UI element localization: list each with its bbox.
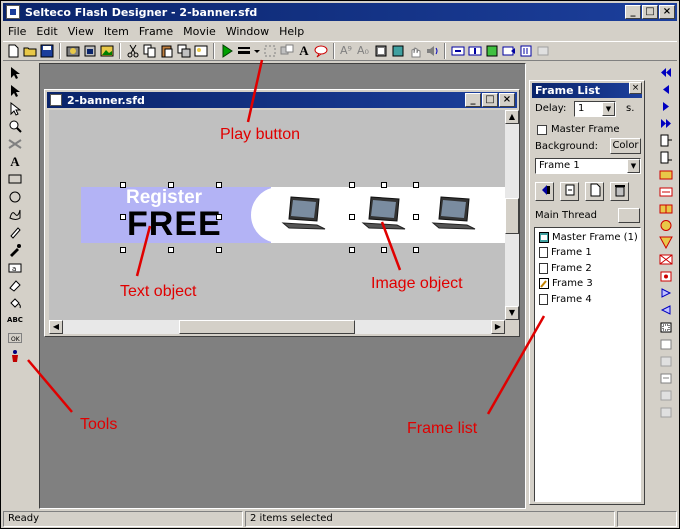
frame-list-annotation: Frame list: [407, 420, 478, 437]
play-button-annotation: Play button: [220, 126, 301, 143]
tools-annotation: Tools: [80, 416, 118, 433]
annotation-arrows: [27, 59, 546, 415]
image-object-annotation: Image object: [371, 275, 463, 292]
text-object-annotation: Text object: [120, 283, 197, 300]
